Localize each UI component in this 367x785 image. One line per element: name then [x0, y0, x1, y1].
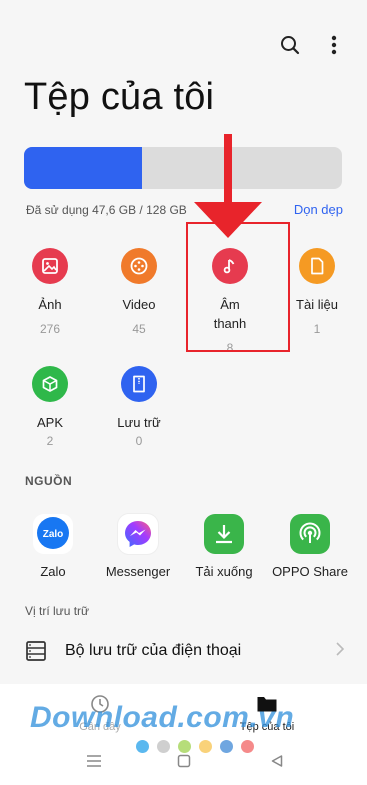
category-label: Video	[122, 297, 156, 312]
zalo-icon: Zalo	[33, 514, 73, 554]
category-count: 0	[135, 434, 143, 448]
video-icon	[121, 248, 157, 284]
messenger-icon	[118, 514, 158, 554]
home-nav-icon[interactable]	[177, 754, 191, 768]
search-icon[interactable]	[279, 34, 301, 56]
annotation-arrow-icon	[194, 134, 262, 238]
image-icon	[32, 248, 68, 284]
svg-text:Zalo: Zalo	[43, 529, 64, 540]
phone-storage-row[interactable]: Bộ lưu trữ của điện thoại	[0, 628, 367, 674]
storage-usage-fill	[24, 147, 143, 189]
category-video[interactable]: Video 45	[99, 248, 179, 336]
sources-title: NGUỒN	[25, 474, 73, 488]
watermark-text: Download.com.vn	[30, 701, 295, 734]
source-label: Zalo	[40, 564, 66, 579]
category-count: 45	[132, 322, 146, 336]
chevron-right-icon	[336, 642, 345, 656]
category-images[interactable]: Ảnh 276	[10, 248, 90, 336]
menu-nav-icon[interactable]	[86, 754, 102, 768]
category-count: 2	[46, 434, 54, 448]
storage-used-text: Đã sử dụng 47,6 GB / 128 GB	[26, 203, 187, 217]
storage-usage-bar	[24, 147, 342, 189]
system-nav-bar	[0, 750, 367, 778]
download-icon	[204, 514, 244, 554]
category-label: Lưu trữ	[117, 415, 161, 430]
category-count: 276	[39, 322, 61, 336]
category-apk[interactable]: APK 2	[10, 366, 90, 448]
phone-storage-label: Bộ lưu trữ của điện thoại	[65, 642, 242, 659]
category-label: Ảnh	[38, 297, 62, 312]
source-downloads[interactable]: Tải xuống	[181, 514, 267, 579]
category-label: APK	[36, 415, 63, 430]
document-icon	[299, 248, 335, 284]
page-title: Tệp của tôi	[24, 76, 215, 118]
storage-location-title: Vị trí lưu trữ	[25, 604, 90, 618]
archive-icon	[121, 366, 157, 402]
apk-icon	[32, 366, 68, 402]
source-label: Tải xuống	[195, 564, 253, 579]
top-actions	[279, 34, 345, 56]
source-label: OPPO Share	[272, 564, 348, 579]
source-label: Messenger	[105, 564, 171, 579]
category-archive[interactable]: Lưu trữ 0	[99, 366, 179, 448]
watermark: Download.com.vn	[30, 701, 294, 735]
cleanup-button[interactable]: Dọn dẹp	[294, 202, 343, 217]
source-zalo[interactable]: Zalo Zalo	[10, 514, 96, 579]
more-vertical-icon[interactable]	[323, 34, 345, 56]
oppo-share-icon	[290, 514, 330, 554]
source-messenger[interactable]: Messenger	[95, 514, 181, 579]
storage-list-icon	[25, 640, 47, 662]
source-oppo-share[interactable]: OPPO Share	[267, 514, 353, 579]
back-nav-icon[interactable]	[270, 754, 284, 768]
